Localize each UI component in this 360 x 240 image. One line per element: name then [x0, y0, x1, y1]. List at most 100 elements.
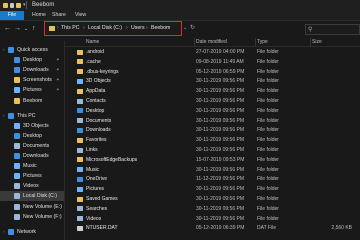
file-date-modified: 30-11-2019 09:56 PM: [196, 137, 244, 144]
file-row[interactable]: Contacts 30-11-2019 09:56 PM File folder: [65, 97, 360, 105]
file-type: File folder: [257, 78, 279, 85]
properties-icon[interactable]: [10, 2, 14, 8]
chevron-right-icon[interactable]: ›: [3, 47, 5, 52]
file-row[interactable]: 3D Objects 30-11-2019 09:56 PM File folder: [65, 77, 360, 85]
chevron-right-icon[interactable]: ›: [3, 229, 5, 234]
pin-icon: ✦: [56, 87, 60, 92]
recent-locations-icon[interactable]: ⌄: [24, 25, 28, 33]
chevron-right-icon[interactable]: ›: [57, 25, 59, 32]
file-row[interactable]: .cache 09-08-2019 11:49 AM File folder: [65, 58, 360, 66]
drive-icon: [14, 193, 20, 199]
forward-arrow-icon[interactable]: →: [14, 25, 21, 33]
file-icon: [77, 225, 83, 231]
folder-icon: [77, 167, 83, 173]
chevron-right-icon[interactable]: ›: [126, 25, 128, 32]
tab-view[interactable]: View: [75, 11, 86, 20]
computer-icon: [8, 113, 14, 119]
refresh-icon[interactable]: ↻: [190, 24, 195, 31]
column-divider[interactable]: [194, 38, 195, 47]
file-row[interactable]: AppData 30-11-2019 09:56 PM File folder: [65, 87, 360, 95]
pictures-icon: [14, 87, 20, 93]
sidebar-item[interactable]: Pictures ✦: [0, 85, 64, 95]
video-icon: [14, 183, 20, 189]
sidebar-item[interactable]: New Volume (E:): [0, 202, 64, 212]
file-row[interactable]: .dbus-keyrings 05-12-2019 06:59 PM File fo…: [65, 68, 360, 76]
file-row[interactable]: Links 30-11-2019 09:56 PM File folder: [65, 146, 360, 154]
sidebar-item[interactable]: Desktop ✦: [0, 55, 64, 65]
sidebar-item[interactable]: Downloads: [0, 151, 64, 161]
sidebar-item[interactable]: › This PC: [0, 111, 64, 121]
pin-icon: ✦: [56, 57, 60, 62]
back-arrow-icon[interactable]: ←: [4, 25, 11, 33]
file-row[interactable]: Desktop 30-11-2019 09:56 PM File folder: [65, 107, 360, 115]
address-bar[interactable]: › This PC › Local Disk (C:) › Users › Be…: [44, 21, 182, 36]
file-date-modified: 30-11-2019 09:56 PM: [196, 98, 244, 104]
chevron-right-icon[interactable]: ›: [3, 113, 5, 118]
file-row[interactable]: Music 30-11-2019 09:56 PM File folder: [65, 166, 360, 174]
column-header-type[interactable]: Type: [257, 39, 268, 46]
sidebar-item[interactable]: Music: [0, 161, 64, 171]
file-row[interactable]: Searches 30-11-2019 09:56 PM File folder: [65, 205, 360, 213]
file-name: 3D Objects: [86, 78, 111, 85]
column-header-date[interactable]: Date modified: [196, 39, 227, 46]
folder-icon: [77, 78, 83, 84]
file-row[interactable]: .android 27-07-2019 04:00 PM File folder: [65, 48, 360, 56]
sidebar-item-label: 3D Objects: [23, 123, 49, 129]
breadcrumb-this-pc[interactable]: This PC: [61, 25, 79, 32]
address-dropdown-icon[interactable]: ⌄: [183, 25, 187, 31]
tab-home[interactable]: Home: [32, 11, 46, 20]
new-folder-icon[interactable]: [16, 2, 21, 8]
sidebar-item[interactable]: Documents: [0, 141, 64, 151]
file-row[interactable]: Favorites 30-11-2019 09:56 PM File folder: [65, 136, 360, 144]
column-divider[interactable]: [310, 38, 311, 47]
file-name: Contacts: [86, 98, 106, 104]
title-bar: ▾ Beebom: [0, 0, 360, 10]
file-row[interactable]: Saved Games 30-11-2019 09:56 PM File folde…: [65, 195, 360, 203]
file-row[interactable]: Videos 30-11-2019 09:56 PM File folder: [65, 215, 360, 223]
folder-icon: [49, 26, 55, 31]
column-header-size[interactable]: Size: [312, 39, 322, 46]
column-divider[interactable]: [255, 38, 256, 47]
sidebar-item[interactable]: New Volume (F:): [0, 212, 64, 222]
breadcrumb-local-disk[interactable]: Local Disk (C:): [88, 25, 122, 32]
folder-icon: [77, 186, 83, 192]
sidebar-item[interactable]: Downloads ✦: [0, 65, 64, 75]
sidebar-item[interactable]: Pictures: [0, 171, 64, 181]
pin-icon: ✦: [56, 77, 60, 82]
sidebar-item[interactable]: Screenshots ✦: [0, 75, 64, 85]
file-name: Pictures: [86, 186, 105, 193]
file-row[interactable]: OneDrive 11-12-2019 09:56 PM File folder: [65, 175, 360, 183]
file-row[interactable]: MicrosoftEdgeBackups 15-07-2019 09:53 PM F…: [65, 156, 360, 164]
file-date-modified: 05-12-2019 06:39 PM: [196, 225, 245, 232]
sidebar-item[interactable]: Videos: [0, 181, 64, 191]
file-type: File folder: [257, 156, 279, 163]
chevron-right-icon[interactable]: ›: [83, 25, 85, 32]
search-box[interactable]: ⚲: [305, 24, 360, 35]
file-name: OneDrive: [86, 176, 108, 183]
breadcrumb-users[interactable]: Users: [131, 25, 145, 32]
file-row[interactable]: Downloads 30-11-2019 09:56 PM File folder: [65, 126, 360, 134]
sidebar-item[interactable]: Local Disk (C:): [0, 191, 64, 201]
file-name: Saved Games: [86, 196, 118, 202]
breadcrumb-beebom[interactable]: Beebom: [151, 25, 170, 32]
folder-icon: [77, 49, 83, 55]
column-header-name[interactable]: Name: [86, 39, 99, 46]
sidebar-item[interactable]: 3D Objects: [0, 121, 64, 131]
search-icon: ⚲: [308, 27, 313, 33]
sidebar-item[interactable]: Desktop: [0, 131, 64, 141]
tab-file[interactable]: File: [0, 11, 24, 20]
sidebar-item[interactable]: › Quick access: [0, 45, 64, 55]
file-type: File folder: [257, 205, 279, 212]
file-row[interactable]: NTUSER.DAT 05-12-2019 06:39 PM DAT File 2,5…: [65, 224, 360, 232]
file-date-modified: 30-11-2019 09:56 PM: [196, 117, 244, 124]
folder-icon: [77, 59, 83, 65]
file-row[interactable]: Pictures 30-11-2019 09:56 PM File folder: [65, 185, 360, 193]
file-row[interactable]: Documents 30-11-2019 09:56 PM File folder: [65, 117, 360, 125]
sidebar-item[interactable]: Beebom: [0, 96, 64, 106]
sidebar-item-label: Documents: [23, 143, 50, 149]
sidebar-item[interactable]: › Network: [0, 227, 64, 237]
chevron-right-icon[interactable]: ›: [146, 25, 148, 32]
up-arrow-icon[interactable]: ↑: [32, 25, 36, 33]
tab-share[interactable]: Share: [52, 11, 66, 20]
folder-icon: [77, 137, 83, 143]
